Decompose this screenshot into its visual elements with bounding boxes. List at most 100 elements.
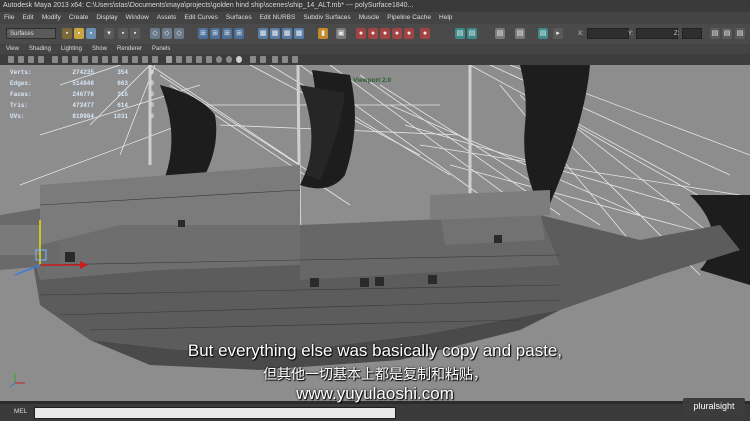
coord-x-field[interactable]: X: [578, 28, 629, 39]
ipr-render-icon[interactable]: ● [368, 28, 378, 39]
render-settings-icon[interactable]: ● [380, 28, 390, 39]
sidebar-toggle-icon[interactable]: ▤ [710, 28, 720, 39]
xray-joints-icon[interactable] [186, 56, 192, 63]
snap-point-icon[interactable]: ⊞ [222, 28, 232, 39]
ambient-occlusion-icon[interactable] [236, 56, 242, 63]
save-scene-icon[interactable]: ▪ [86, 28, 96, 39]
render-icon[interactable]: ● [356, 28, 366, 39]
panel-menu-renderer[interactable]: Renderer [117, 44, 142, 54]
panel-menu-lighting[interactable]: Lighting [61, 44, 82, 54]
mel-command-input[interactable] [34, 407, 396, 419]
attribute-toggle-icon[interactable]: ▤ [735, 28, 745, 39]
menu-pipeline-cache[interactable]: Pipeline Cache [387, 12, 431, 24]
menu-display[interactable]: Display [96, 12, 117, 24]
batch-render-icon[interactable]: ● [420, 28, 430, 39]
snap-grid-icon[interactable]: ⊞ [198, 28, 208, 39]
lock-icon[interactable]: ▮ [318, 28, 328, 39]
outliner-icon[interactable]: ▤ [515, 28, 525, 39]
select-hierarchy-icon[interactable]: ▾ [104, 28, 114, 39]
mask-vertex-icon[interactable]: ◇ [150, 28, 160, 39]
menu-surfaces[interactable]: Surfaces [226, 12, 252, 24]
window-title: Autodesk Maya 2013 x64: C:\Users\stas\Do… [3, 2, 414, 9]
menu-assets[interactable]: Assets [157, 12, 177, 24]
wireframe-on-shaded-icon[interactable] [166, 56, 172, 63]
wireframe-icon[interactable] [122, 56, 128, 63]
menu-window[interactable]: Window [126, 12, 149, 24]
viewport-renderer-label: Viewport 2.0 [353, 77, 392, 84]
render-view-icon[interactable]: ● [404, 28, 414, 39]
grid-icon[interactable] [52, 56, 58, 63]
menu-edit-nurbs[interactable]: Edit NURBS [260, 12, 296, 24]
menu-create[interactable]: Create [69, 12, 89, 24]
bounding-box-icon[interactable] [152, 56, 158, 63]
select-component-icon[interactable]: ▪ [130, 28, 140, 39]
anti-alias-icon[interactable] [260, 56, 266, 63]
mel-label[interactable]: MEL [14, 408, 27, 415]
channel-toggle-icon[interactable]: ▤ [722, 28, 732, 39]
menu-muscle[interactable]: Muscle [359, 12, 380, 24]
layer-editor-icon[interactable]: ▤ [538, 28, 548, 39]
camera-frame-icon[interactable] [292, 56, 298, 63]
isolate-select-icon[interactable] [272, 56, 278, 63]
snap-plane-icon[interactable]: ⊞ [234, 28, 244, 39]
history-icon[interactable]: ▦ [258, 28, 268, 39]
coord-y-field[interactable]: Y: [628, 28, 679, 39]
shadows-icon[interactable] [226, 56, 232, 63]
mask-edge-icon[interactable]: ◇ [162, 28, 172, 39]
open-scene-icon[interactable]: ▪ [74, 28, 84, 39]
hud-label: Verts: [10, 69, 32, 76]
menu-modify[interactable]: Modify [42, 12, 61, 24]
camera-attributes-icon[interactable] [18, 56, 24, 63]
hud-value: 274235 [72, 69, 94, 76]
film-gate-icon[interactable] [62, 56, 68, 63]
select-object-icon[interactable]: ▪ [118, 28, 128, 39]
new-scene-icon[interactable]: ▪ [62, 28, 72, 39]
snap-curve-icon[interactable]: ⊞ [210, 28, 220, 39]
safe-action-icon[interactable] [102, 56, 108, 63]
attribute-editor-icon[interactable]: ▤ [455, 28, 465, 39]
construction-history-icon[interactable]: ▦ [270, 28, 280, 39]
xray-icon[interactable] [176, 56, 182, 63]
coord-x-input[interactable] [586, 28, 629, 39]
menu-edit[interactable]: Edit [22, 12, 33, 24]
image-plane-icon[interactable] [38, 56, 44, 63]
tool-settings-icon[interactable]: ▤ [467, 28, 477, 39]
smooth-shade-icon[interactable] [132, 56, 138, 63]
panel-menu-shading[interactable]: Shading [29, 44, 51, 54]
coord-y-input[interactable] [636, 28, 679, 39]
menu-help[interactable]: Help [439, 12, 452, 24]
channel-box-icon[interactable]: ▤ [495, 28, 505, 39]
panel-menu-view[interactable]: View [6, 44, 19, 54]
hud-value: 0 [150, 102, 154, 109]
menu-set-dropdown[interactable]: Surfaces [6, 28, 56, 39]
panel-menu-show[interactable]: Show [92, 44, 107, 54]
input-line-icon[interactable]: ▸ [553, 28, 563, 39]
menu-edit-curves[interactable]: Edit Curves [184, 12, 218, 24]
coord-z-field[interactable]: Z: [674, 28, 704, 39]
hud-icon[interactable] [282, 56, 288, 63]
menu-subdiv-surfaces[interactable]: Subdiv Surfaces [303, 12, 350, 24]
motion-blur-icon[interactable] [250, 56, 256, 63]
gate-mask-icon[interactable] [82, 56, 88, 63]
all-lights-icon[interactable] [216, 56, 222, 63]
hypershade-icon[interactable]: ● [392, 28, 402, 39]
output-ops-icon[interactable]: ▦ [294, 28, 304, 39]
panel-menu-panels[interactable]: Panels [152, 44, 170, 54]
flat-shade-icon[interactable] [142, 56, 148, 63]
safe-title-icon[interactable] [112, 56, 118, 63]
field-chart-icon[interactable] [92, 56, 98, 63]
resolution-gate-icon[interactable] [72, 56, 78, 63]
hud-value: 614 [117, 102, 128, 109]
hud-row-edges: Edges: 514848 663 0 [10, 78, 154, 89]
render-current-icon[interactable]: ▣ [336, 28, 346, 39]
mask-face-icon[interactable]: ◇ [174, 28, 184, 39]
input-ops-icon[interactable]: ▦ [282, 28, 292, 39]
texture-icon[interactable] [196, 56, 202, 63]
status-line-toolbar: Surfaces ▪ ▪ ▪ ▾ ▪ ▪ ◇ ◇ ◇ ⊞ ⊞ ⊞ ⊞ ▦ ▦ ▦… [0, 24, 750, 45]
menu-file[interactable]: File [4, 12, 14, 24]
hud-value: 0 [150, 113, 154, 120]
default-light-icon[interactable] [206, 56, 212, 63]
camera-select-icon[interactable] [8, 56, 14, 63]
bookmark-icon[interactable] [28, 56, 34, 63]
coord-z-input[interactable] [682, 28, 703, 39]
